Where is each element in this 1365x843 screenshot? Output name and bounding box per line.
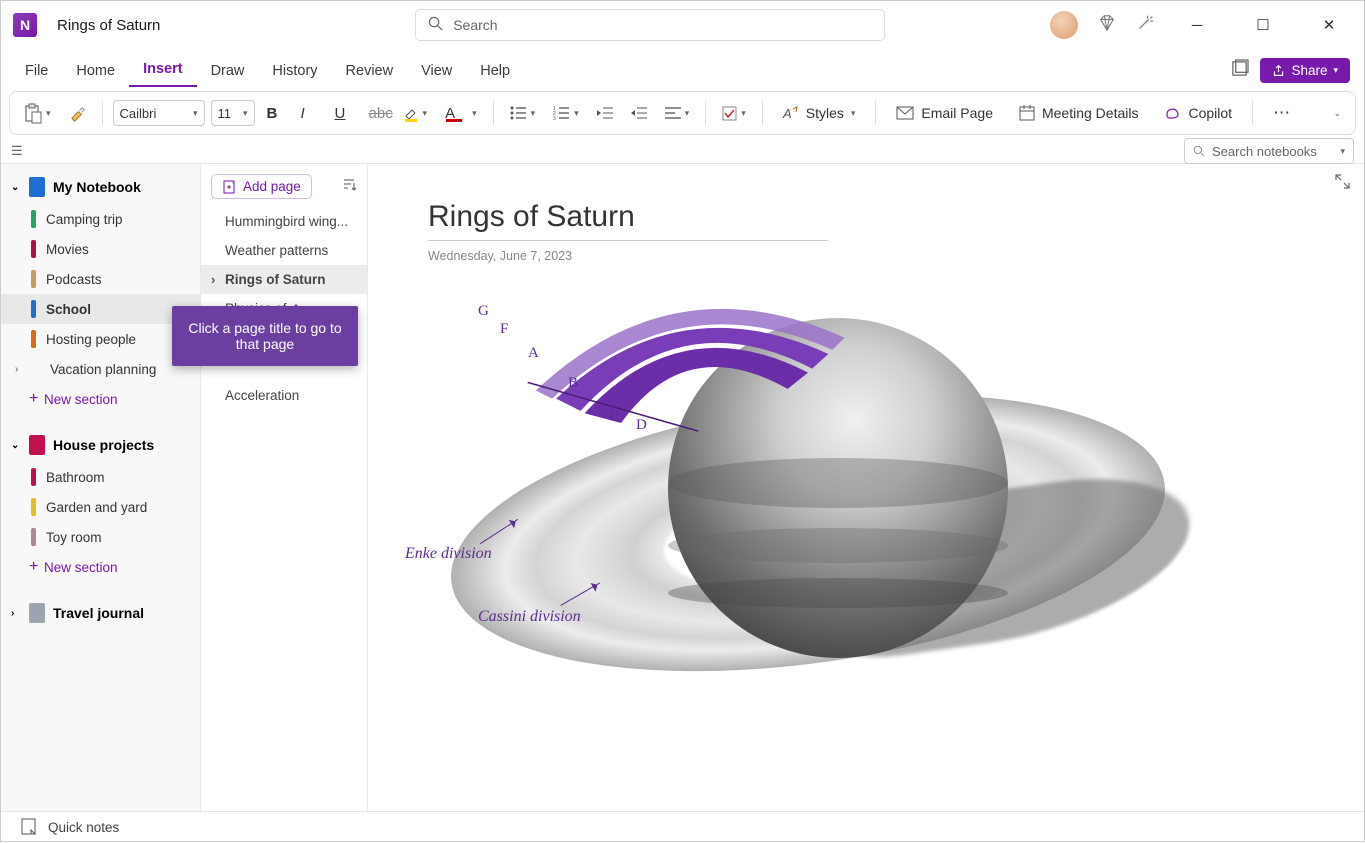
meeting-details-button[interactable]: Meeting Details <box>1009 101 1149 125</box>
minimize-button[interactable]: ─ <box>1174 9 1220 41</box>
annotation-enke: Enke division <box>405 545 492 563</box>
quick-notes-icon[interactable] <box>21 818 36 838</box>
menu-tab-file[interactable]: File <box>11 55 62 87</box>
font-size-select[interactable]: 11▾ <box>211 100 255 126</box>
section-item[interactable]: Movies <box>1 234 200 264</box>
font-family-select[interactable]: Cailbri▾ <box>113 100 205 126</box>
section-item[interactable]: Bathroom <box>1 462 200 492</box>
search-notebooks-input[interactable]: Search notebooks ▾ <box>1184 138 1354 164</box>
saturn-illustration: G F A B C D Enke division Cassini divisi… <box>418 283 1198 723</box>
section-item[interactable]: Toy room <box>1 522 200 552</box>
ring-label-b: B <box>568 375 578 392</box>
tag-button[interactable]: ▾ <box>716 102 752 125</box>
share-button[interactable]: Share ▾ <box>1260 58 1350 83</box>
pages-sidebar: Add page Hummingbird wing...Weather patt… <box>201 164 368 811</box>
search-box[interactable]: Search <box>415 9 885 41</box>
section-item[interactable]: Podcasts <box>1 264 200 294</box>
new-section-button[interactable]: +New section <box>1 552 200 582</box>
notebook-header[interactable]: ⌄My Notebook <box>1 170 200 204</box>
menu-tab-insert[interactable]: Insert <box>129 53 197 87</box>
paste-button[interactable]: ▾ <box>18 99 57 127</box>
bold-button[interactable]: B <box>261 101 289 126</box>
document-title: Rings of Saturn <box>57 17 160 34</box>
new-section-button[interactable]: +New section <box>1 384 200 414</box>
search-placeholder: Search <box>453 17 497 33</box>
bullet-list-button[interactable]: ▾ <box>504 102 542 125</box>
ring-label-f: F <box>500 321 508 338</box>
section-item[interactable]: Hosting people <box>1 324 200 354</box>
menu-tab-draw[interactable]: Draw <box>197 55 259 87</box>
section-item[interactable]: School <box>1 294 200 324</box>
ribbon-toolbar: ▾ Cailbri▾ 11▾ B I U abc ▾ A▾ ▾ 123▾ ▾ ▾… <box>9 91 1356 135</box>
diamond-icon[interactable] <box>1098 14 1116 37</box>
outdent-button[interactable] <box>591 102 619 124</box>
page-item[interactable]: Hummingbird wing... <box>201 207 367 236</box>
indent-button[interactable] <box>625 102 653 124</box>
notebook-sidebar: ⌄My NotebookCamping tripMoviesPodcastsSc… <box>1 164 201 811</box>
email-page-button[interactable]: Email Page <box>886 101 1003 125</box>
maximize-button[interactable]: ☐ <box>1240 9 1286 41</box>
page-item[interactable]: Acceleration <box>201 381 367 410</box>
close-button[interactable]: ✕ <box>1306 9 1352 41</box>
add-page-button[interactable]: Add page <box>211 174 312 199</box>
main-area: ⌄My NotebookCamping tripMoviesPodcastsSc… <box>1 163 1364 811</box>
menu-tab-review[interactable]: Review <box>332 55 408 87</box>
menu-bar: FileHomeInsertDrawHistoryReviewViewHelp … <box>1 49 1364 87</box>
menu-tab-history[interactable]: History <box>258 55 331 87</box>
page-item[interactable]: Rings of Saturn <box>201 265 367 294</box>
nav-toggle-icon[interactable]: ☰ <box>11 143 23 159</box>
app-icon <box>13 13 37 37</box>
menu-tab-home[interactable]: Home <box>62 55 129 87</box>
title-bar: Rings of Saturn Search ─ ☐ ✕ <box>1 1 1364 49</box>
menu-tab-view[interactable]: View <box>407 55 466 87</box>
share-label: Share <box>1291 63 1327 78</box>
ring-label-g: G <box>478 303 489 320</box>
underline-button[interactable]: U <box>329 101 357 126</box>
quick-notes-label[interactable]: Quick notes <box>48 820 119 835</box>
page-content: Rings of Saturn Wednesday, June 7, 2023 … <box>368 164 1364 811</box>
annotation-cassini: Cassini division <box>478 608 581 626</box>
page-date: Wednesday, June 7, 2023 <box>428 249 1304 263</box>
svg-text:3: 3 <box>553 116 556 122</box>
number-list-button[interactable]: 123▾ <box>547 102 585 125</box>
user-avatar[interactable] <box>1050 11 1078 39</box>
expand-icon[interactable] <box>1335 174 1350 194</box>
italic-button[interactable]: I <box>295 101 323 126</box>
font-color-button[interactable]: A▾ <box>439 101 483 126</box>
ring-label-c: C <box>610 409 620 426</box>
svg-text:A: A <box>782 106 792 121</box>
styles-button[interactable]: A Styles▾ <box>773 101 866 125</box>
section-item[interactable]: Camping trip <box>1 204 200 234</box>
page-title[interactable]: Rings of Saturn <box>428 200 1304 240</box>
tooltip-hint: Click a page title to go to that page <box>172 306 358 366</box>
section-item[interactable]: ›Vacation planning <box>1 354 200 384</box>
highlight-button[interactable]: ▾ <box>397 100 434 126</box>
ring-label-a: A <box>528 345 539 362</box>
search-icon <box>428 16 443 34</box>
page-item[interactable]: Weather patterns <box>201 236 367 265</box>
section-item[interactable]: Garden and yard <box>1 492 200 522</box>
notebook-header[interactable]: ⌄House projects <box>1 428 200 462</box>
more-button[interactable]: ⋯ <box>1263 103 1300 123</box>
footer-bar: Quick notes <box>1 811 1364 843</box>
align-button[interactable]: ▾ <box>659 102 696 124</box>
fullscreen-icon[interactable] <box>1231 60 1248 82</box>
menu-tab-help[interactable]: Help <box>466 55 524 87</box>
strikethrough-button[interactable]: abc <box>363 101 391 126</box>
sub-bar: ☰ Search notebooks ▾ <box>1 135 1364 163</box>
copilot-button[interactable]: Copilot <box>1154 101 1242 126</box>
sort-pages-button[interactable] <box>342 178 357 195</box>
wand-icon[interactable] <box>1136 14 1154 37</box>
format-painter-button[interactable] <box>63 101 92 126</box>
ring-label-d: D <box>636 417 647 434</box>
ribbon-collapse-button[interactable]: ⌄ <box>1327 108 1347 119</box>
notebook-header[interactable]: ›Travel journal <box>1 596 200 630</box>
